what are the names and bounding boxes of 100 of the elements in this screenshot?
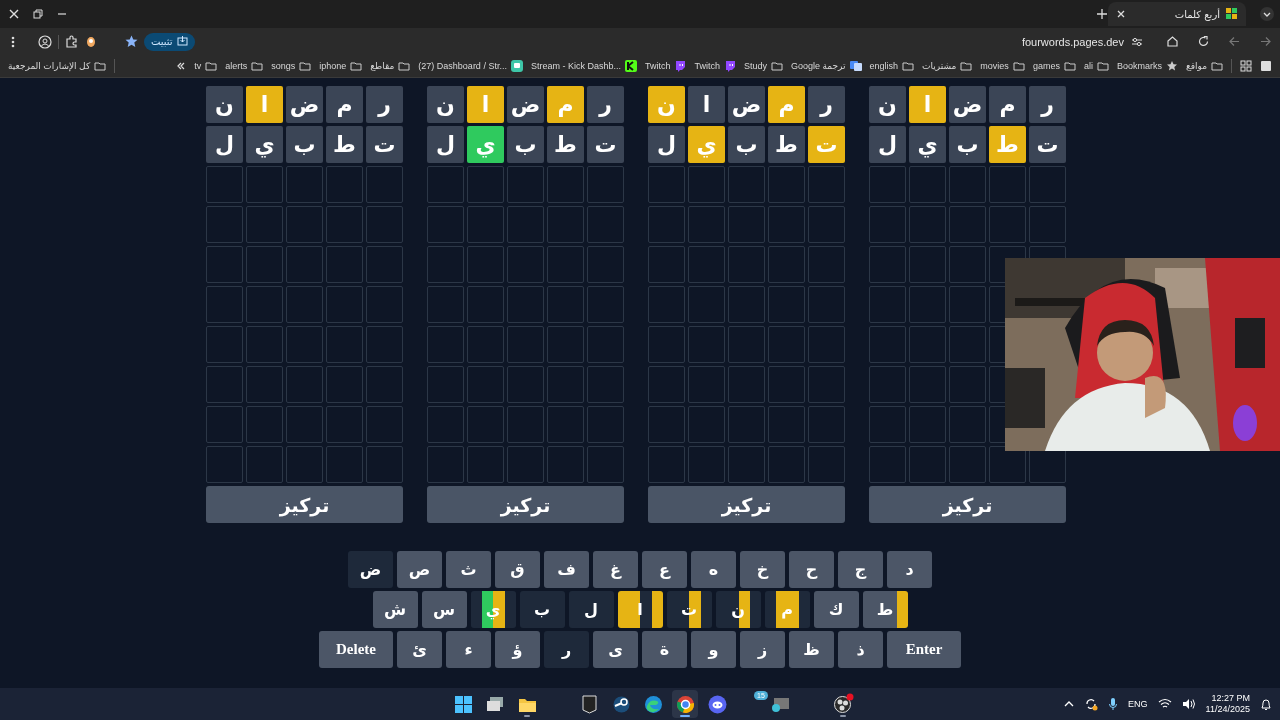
empty-tile — [206, 326, 243, 363]
letter-key[interactable]: ء — [446, 631, 491, 668]
double-chevron-icon[interactable] — [176, 61, 187, 71]
install-button[interactable]: تثبيت — [144, 32, 195, 51]
letter-tile: ر — [808, 86, 845, 123]
letter-key[interactable]: ر — [544, 631, 589, 668]
bookmark-item[interactable]: songs — [271, 60, 312, 72]
letter-key[interactable]: ؤ — [495, 631, 540, 668]
letter-key[interactable]: ط — [862, 591, 908, 628]
letter-key[interactable]: ة — [642, 631, 687, 668]
bell-icon[interactable] — [1260, 697, 1272, 711]
restore-icon[interactable] — [32, 8, 44, 20]
empty-tile — [507, 406, 544, 443]
bookmark-item[interactable]: Google ترجمة — [790, 60, 862, 72]
letter-key[interactable]: ض — [348, 551, 393, 588]
bookmark-item[interactable]: مواقع — [1185, 60, 1223, 72]
volume-icon[interactable] — [1181, 698, 1196, 710]
letter-key[interactable]: و — [691, 631, 736, 668]
letter-key[interactable]: ا — [617, 591, 663, 628]
letter-key[interactable]: ل — [568, 591, 614, 628]
action-key[interactable]: Delete — [319, 631, 393, 668]
bookmark-item[interactable]: Twitch — [694, 60, 736, 72]
letter-key[interactable]: ه — [691, 551, 736, 588]
chevron-down-icon[interactable] — [1260, 7, 1274, 21]
letter-key[interactable]: ق — [495, 551, 540, 588]
bookmark-item[interactable]: alerts — [225, 60, 264, 72]
empty-tile — [507, 446, 544, 483]
letter-key[interactable]: ب — [519, 591, 565, 628]
bookmark-item[interactable]: games — [1032, 60, 1076, 72]
focus-button[interactable]: تركيز — [648, 486, 845, 523]
close-icon[interactable] — [8, 8, 20, 20]
bookmark-item[interactable]: Stream - Kick Dashb... — [530, 60, 637, 72]
right-arrow-icon[interactable] — [1259, 35, 1272, 48]
empty-tile — [286, 206, 323, 243]
chevron-up-icon[interactable] — [1064, 699, 1075, 709]
sidebar-icon[interactable] — [1260, 60, 1272, 72]
letter-tile: ض — [507, 86, 544, 123]
empty-tile — [427, 406, 464, 443]
letter-key[interactable]: ش — [372, 591, 418, 628]
left-arrow-icon[interactable] — [1228, 35, 1241, 48]
letter-key[interactable]: ظ — [789, 631, 834, 668]
new-tab-icon[interactable] — [1096, 8, 1108, 20]
bookmark-item[interactable]: iphone — [319, 60, 363, 72]
empty-tile — [688, 406, 725, 443]
microphone-icon[interactable] — [1108, 697, 1119, 711]
letter-key[interactable]: ع — [642, 551, 687, 588]
bookmark-item[interactable]: Study — [743, 60, 783, 72]
bookmark-item[interactable]: Twitch — [644, 60, 687, 72]
letter-tile: ن — [427, 86, 464, 123]
letter-key[interactable]: ت — [666, 591, 712, 628]
extension-icon[interactable] — [85, 34, 97, 49]
clock-date[interactable]: 11/24/2025 — [1205, 704, 1250, 715]
letter-key[interactable]: ج — [838, 551, 883, 588]
browser-tab[interactable]: أربع كلمات — [1108, 2, 1246, 26]
bookmark-item[interactable]: مقاطع — [370, 60, 411, 72]
letter-tile: ن — [869, 86, 906, 123]
letter-key[interactable]: ى — [593, 631, 638, 668]
clock-time[interactable]: 12:27 PM — [1211, 693, 1250, 704]
bookmark-item[interactable]: english — [869, 60, 915, 72]
letter-key[interactable]: ز — [740, 631, 785, 668]
letter-tile: ر — [587, 86, 624, 123]
close-icon[interactable] — [1116, 9, 1126, 19]
letter-key[interactable]: د — [887, 551, 932, 588]
empty-tile — [206, 446, 243, 483]
home-icon[interactable] — [1166, 35, 1179, 48]
letter-tile: ي — [246, 126, 283, 163]
address-url[interactable]: fourwords.pages.dev — [1021, 35, 1124, 48]
profile-icon[interactable] — [38, 34, 52, 49]
letter-key[interactable]: غ — [593, 551, 638, 588]
bookmark-item[interactable]: Bookmarks — [1116, 60, 1178, 72]
empty-tile — [286, 366, 323, 403]
letter-key[interactable]: ص — [397, 551, 442, 588]
letter-key[interactable]: ث — [446, 551, 491, 588]
translate-icon — [849, 60, 862, 72]
letter-key[interactable]: ك — [813, 591, 859, 628]
focus-button[interactable]: تركيز — [869, 486, 1066, 523]
bookmark-item[interactable]: كل الإشارات المرجعية — [8, 60, 107, 72]
star-icon[interactable] — [125, 35, 138, 48]
letter-key[interactable]: ف — [544, 551, 589, 588]
bookmark-item[interactable]: ali — [1083, 60, 1109, 72]
focus-button[interactable]: تركيز — [427, 486, 624, 523]
action-key[interactable]: Enter — [887, 631, 961, 668]
bookmark-item[interactable]: movies — [980, 60, 1025, 72]
bookmark-item[interactable]: tv — [194, 60, 218, 72]
letter-key[interactable]: ح — [789, 551, 834, 588]
bookmark-item[interactable]: مشتريات — [922, 60, 973, 72]
language-indicator[interactable]: ENG — [1128, 699, 1148, 709]
letter-key[interactable]: ذ — [838, 631, 883, 668]
sync-icon[interactable] — [1084, 697, 1099, 711]
empty-tile — [507, 286, 544, 323]
focus-button[interactable]: تركيز — [206, 486, 403, 523]
puzzle-icon[interactable] — [65, 34, 79, 49]
bookmark-item[interactable]: (27) Dashboard / Str... — [418, 60, 523, 72]
wifi-icon[interactable] — [1157, 698, 1172, 710]
letter-key[interactable]: س — [421, 591, 467, 628]
letter-key[interactable]: ئ — [397, 631, 442, 668]
taskbar-app[interactable] — [672, 690, 698, 718]
apps-grid-icon[interactable] — [1240, 60, 1252, 72]
letter-key[interactable]: خ — [740, 551, 785, 588]
reload-icon[interactable] — [1197, 35, 1210, 48]
